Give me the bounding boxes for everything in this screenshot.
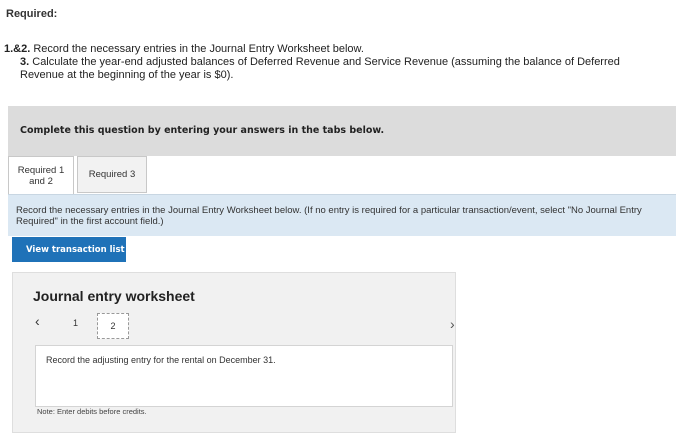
journal-entry-worksheet: Journal entry worksheet ‹ 1 2 Record the… bbox=[12, 272, 456, 433]
complete-question-text: Complete this question by entering your … bbox=[20, 125, 385, 136]
worksheet-page-1[interactable]: 1 bbox=[73, 318, 78, 328]
complete-question-banner: Complete this question by entering your … bbox=[8, 106, 676, 156]
record-instructions-panel: Record the necessary entries in the Jour… bbox=[8, 194, 676, 236]
tab-required-1-and-2-line2: and 2 bbox=[29, 175, 53, 187]
chevron-right-icon[interactable]: › bbox=[450, 316, 455, 332]
entry-description-box: Record the adjusting entry for the renta… bbox=[35, 345, 453, 407]
instruction-item-2: 3. Calculate the year-end adjusted balan… bbox=[20, 56, 660, 82]
instruction-item-1: 1.&2. Record the necessary entries in th… bbox=[4, 43, 364, 56]
tab-required-3[interactable]: Required 3 bbox=[77, 156, 147, 193]
entry-description-text: Record the adjusting entry for the renta… bbox=[46, 355, 276, 365]
worksheet-page-2[interactable]: 2 bbox=[97, 313, 129, 339]
instruction-item-2-number: 3. bbox=[20, 56, 30, 68]
worksheet-note: Note: Enter debits before credits. bbox=[37, 407, 147, 416]
instruction-item-2-text: Calculate the year-end adjusted balances… bbox=[20, 56, 620, 81]
required-heading: Required: bbox=[6, 8, 58, 20]
record-instructions-text: Record the necessary entries in the Jour… bbox=[16, 205, 642, 227]
instruction-item-1-number: 1.&2. bbox=[4, 43, 31, 55]
worksheet-title: Journal entry worksheet bbox=[33, 288, 195, 304]
view-transaction-list-button[interactable]: View transaction list bbox=[12, 237, 126, 262]
chevron-left-icon[interactable]: ‹ bbox=[35, 313, 40, 329]
instruction-item-1-text: Record the necessary entries in the Jour… bbox=[30, 43, 364, 55]
tab-required-3-label: Required 3 bbox=[88, 169, 136, 180]
tab-required-1-and-2[interactable]: Required 1 and 2 bbox=[8, 156, 74, 194]
tab-required-1-and-2-line1: Required 1 bbox=[17, 164, 65, 176]
